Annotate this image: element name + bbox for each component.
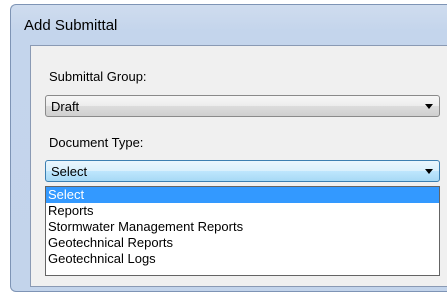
dropdown-option-select[interactable]: Select bbox=[46, 187, 439, 203]
dialog-content: Submittal Group: Draft Document Type: Se… bbox=[30, 45, 447, 287]
dropdown-option-geotechnical-logs[interactable]: Geotechnical Logs bbox=[46, 251, 439, 267]
document-type-value: Select bbox=[51, 164, 88, 179]
submittal-group-select[interactable]: Draft bbox=[45, 95, 440, 117]
submittal-group-label: Submittal Group: bbox=[49, 69, 147, 84]
chevron-down-icon bbox=[425, 104, 433, 109]
dropdown-option-reports[interactable]: Reports bbox=[46, 203, 439, 219]
document-type-dropdown-list: Select Reports Stormwater Management Rep… bbox=[45, 186, 440, 276]
add-submittal-dialog: Add Submittal Submittal Group: Draft Doc… bbox=[10, 4, 447, 292]
dropdown-option-stormwater-management-reports[interactable]: Stormwater Management Reports bbox=[46, 219, 439, 235]
chevron-down-icon bbox=[425, 169, 433, 174]
document-type-select[interactable]: Select bbox=[45, 160, 440, 182]
dropdown-option-geotechnical-reports[interactable]: Geotechnical Reports bbox=[46, 235, 439, 251]
document-type-label: Document Type: bbox=[49, 135, 144, 150]
submittal-group-value: Draft bbox=[51, 99, 80, 114]
dialog-title: Add Submittal bbox=[24, 17, 118, 34]
